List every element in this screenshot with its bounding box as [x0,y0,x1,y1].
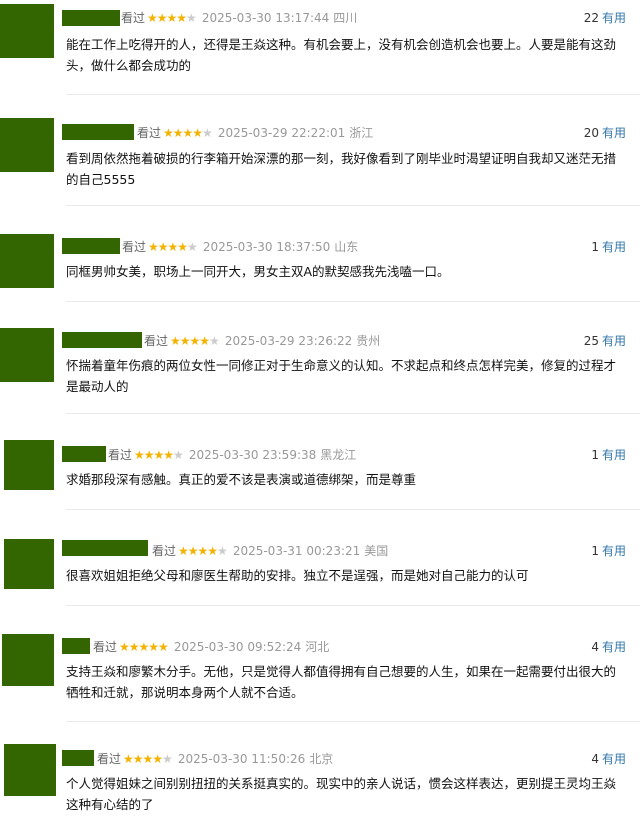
review-text: 很喜欢姐姐拒绝父母和廖医生帮助的安排。独立不是逞强，而是她对自己能力的认可 [66,568,529,583]
useful-button[interactable]: 有用 [602,11,626,25]
review-meta: 看过 ★★★★★ 2025-03-30 23:59:38 黑龙江 [108,445,356,465]
avatar[interactable] [4,744,56,796]
useful-button[interactable]: 有用 [602,448,626,462]
review-time: 2025-03-30 09:52:24 [173,640,302,654]
review-location: 黑龙江 [320,448,357,462]
username-redacted[interactable] [62,124,134,140]
review-text: 支持王焱和廖繁木分手。无他，只是觉得人都值得拥有自己想要的人生，如果在一起需要付… [66,664,617,700]
divider [66,721,640,722]
avatar[interactable] [0,328,54,382]
review-meta: 看过 ★★★★★ 2025-03-30 13:17:44 四川 [121,8,357,28]
vote-useful: 1 有用 [591,541,626,561]
rating-stars-icon: ★★★★★ [170,334,220,348]
review-text: 求婚那段深有感触。真正的爱不该是表演或道德绑架，而是尊重 [66,472,417,487]
review-meta: 看过 ★★★★★ 2025-03-29 23:26:22 贵州 [144,331,380,351]
rating-stars-icon: ★★★★★ [119,640,169,654]
username-redacted[interactable] [62,10,120,26]
review-text: 能在工作上吃得开的人，还得是王焱这种。有机会要上，没有机会创造机会也要上。人要是… [66,37,617,73]
divider [66,605,640,606]
watched-label: 看过 [121,11,146,25]
review-meta: 看过 ★★★★★ 2025-03-31 00:23:21 美国 [152,541,388,561]
review-text: 看到周依然拖着破损的行李箱开始深漂的那一刻，我好像看到了刚毕业时渴望证明自我却又… [66,151,617,187]
watched-label: 看过 [97,752,122,766]
review-meta: 看过 ★★★★★ 2025-03-30 09:52:24 河北 [93,637,329,657]
useful-button[interactable]: 有用 [602,334,626,348]
divider [66,413,640,414]
review-time: 2025-03-30 13:17:44 [201,11,330,25]
username-redacted[interactable] [62,540,148,556]
divider [66,509,640,510]
vote-useful: 4 有用 [591,637,626,657]
useful-button[interactable]: 有用 [602,544,626,558]
rating-stars-icon: ★★★★★ [134,448,184,462]
review-text: 同框男帅女美，职场上一同开大，男女主双A的默契感我先浅嗑一口。 [66,264,450,279]
review-location: 美国 [364,544,389,558]
rating-stars-icon: ★★★★★ [148,240,198,254]
vote-useful: 25 有用 [584,331,626,351]
useful-button[interactable]: 有用 [602,752,626,766]
vote-count: 4 [591,752,599,766]
review-location: 北京 [309,752,334,766]
rating-stars-icon: ★★★★★ [163,126,213,140]
username-redacted[interactable] [62,238,120,254]
avatar[interactable] [0,234,54,288]
watched-label: 看过 [152,544,177,558]
vote-count: 22 [583,11,599,25]
review-time: 2025-03-30 18:37:50 [202,240,331,254]
watched-label: 看过 [93,640,118,654]
vote-useful: 22 有用 [584,8,626,28]
rating-stars-icon: ★★★★★ [178,544,228,558]
vote-count: 1 [591,448,599,462]
watched-label: 看过 [144,334,169,348]
review-meta: 看过 ★★★★★ 2025-03-30 11:50:26 北京 [97,749,333,769]
avatar[interactable] [0,4,54,58]
review-time: 2025-03-29 23:26:22 [224,334,353,348]
useful-button[interactable]: 有用 [602,240,626,254]
avatar[interactable] [2,634,54,686]
vote-count: 1 [591,544,599,558]
review-meta: 看过 ★★★★★ 2025-03-30 18:37:50 山东 [122,237,358,257]
divider [66,94,640,95]
avatar[interactable] [0,118,54,172]
divider [66,301,640,302]
review-text: 个人觉得姐妹之间别别扭扭的关系挺真实的。现实中的亲人说话，惯会这样表达，更别提王… [66,776,617,812]
avatar[interactable] [4,539,54,589]
rating-stars-icon: ★★★★★ [147,11,197,25]
vote-count: 20 [583,126,599,140]
review-time: 2025-03-30 11:50:26 [177,752,306,766]
vote-useful: 1 有用 [591,237,626,257]
vote-count: 4 [591,640,599,654]
vote-useful: 4 有用 [591,749,626,769]
username-redacted[interactable] [62,446,106,462]
review-location: 河北 [305,640,330,654]
useful-button[interactable]: 有用 [602,640,626,654]
review-location: 四川 [333,11,358,25]
review-time: 2025-03-29 22:22:01 [217,126,346,140]
watched-label: 看过 [122,240,147,254]
review-time: 2025-03-31 00:23:21 [232,544,361,558]
review-text: 怀揣着童年伤痕的两位女性一同修正对于生命意义的认知。不求起点和终点怎样完美，修复… [66,358,617,394]
username-redacted[interactable] [62,332,142,348]
username-redacted[interactable] [62,750,94,766]
vote-count: 1 [591,240,599,254]
review-location: 贵州 [356,334,381,348]
watched-label: 看过 [137,126,162,140]
vote-useful: 20 有用 [584,123,626,143]
review-meta: 看过 ★★★★★ 2025-03-29 22:22:01 浙江 [137,123,373,143]
useful-button[interactable]: 有用 [602,126,626,140]
review-time: 2025-03-30 23:59:38 [188,448,317,462]
watched-label: 看过 [108,448,133,462]
review-location: 浙江 [349,126,374,140]
rating-stars-icon: ★★★★★ [123,752,173,766]
divider [66,205,640,206]
review-location: 山东 [334,240,359,254]
avatar[interactable] [4,440,54,490]
vote-count: 25 [583,334,599,348]
vote-useful: 1 有用 [591,445,626,465]
username-redacted[interactable] [62,638,90,654]
